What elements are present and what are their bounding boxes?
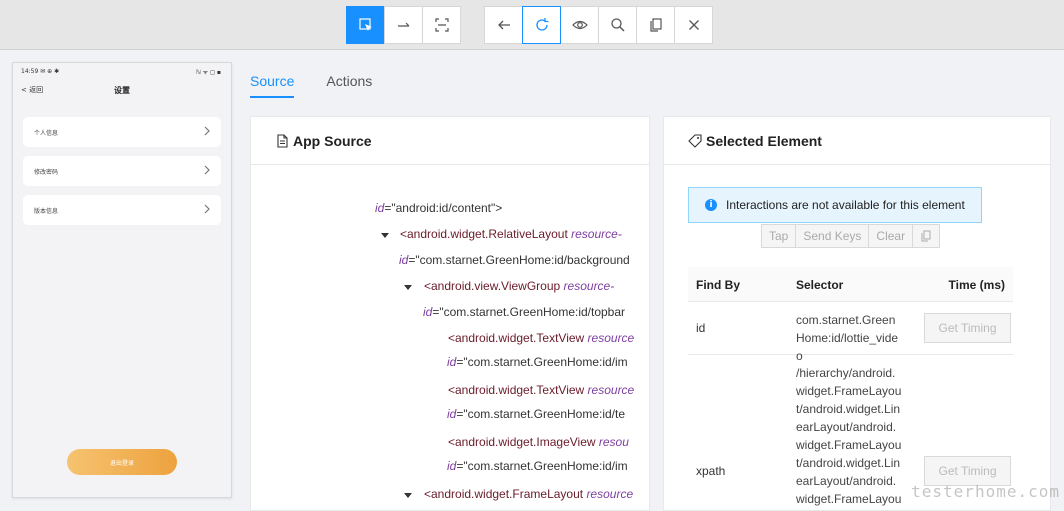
tab-source[interactable]: Source: [250, 62, 295, 98]
source-node-content[interactable]: id="android:id/content">: [375, 201, 502, 215]
source-node-viewgroup[interactable]: <android.view.ViewGroup resource-: [424, 279, 649, 293]
source-node-imageview[interactable]: <android.widget.ImageView resou: [448, 435, 649, 449]
swipe-button[interactable]: [384, 6, 423, 44]
get-timing-button[interactable]: Get Timing: [924, 313, 1011, 343]
source-node-textview-2-id: id="com.starnet.GreenHome:id/te: [447, 407, 626, 421]
source-clipped-row: ᐧᐧᐧ: [357, 165, 366, 169]
source-node-textview-1-id: id="com.starnet.GreenHome:id/im: [447, 355, 628, 369]
source-node-textview-2[interactable]: <android.widget.TextView resource: [448, 383, 649, 397]
caret-down-icon[interactable]: [404, 285, 412, 290]
top-toolbar: [0, 0, 1064, 50]
source-node-framelayout[interactable]: <android.widget.FrameLayout resource: [424, 487, 649, 501]
send-keys-button[interactable]: Send Keys: [795, 224, 870, 248]
inspector-tabs: Source Actions: [250, 62, 404, 98]
select-element-icon: [358, 18, 372, 31]
copy-icon: [921, 230, 931, 242]
phone-item-label: 个人信息: [34, 129, 59, 137]
back-button[interactable]: [484, 6, 523, 44]
table-row: id com.starnet.GreenHome:id/lottie_video…: [688, 302, 1013, 363]
selected-element-header: Selected Element: [664, 117, 1050, 165]
header-selector: Selector: [796, 278, 844, 292]
phone-item-label: 版本信息: [34, 207, 59, 215]
phone-item-version-info[interactable]: 版本信息: [23, 195, 221, 225]
chevron-right-icon: [204, 165, 210, 175]
source-node-textview-1[interactable]: <android.widget.TextView resource: [448, 331, 649, 345]
selected-element-panel: Selected Element i Interactions are not …: [663, 116, 1051, 511]
copy-attributes-button[interactable]: [912, 224, 941, 248]
back-arrow-icon: [497, 20, 510, 30]
phone-logout-button[interactable]: 退出登录: [67, 449, 177, 475]
phone-page-title: 设置: [114, 86, 130, 95]
eye-icon: [571, 20, 588, 30]
tag-icon: [688, 133, 702, 148]
phone-status-right: ℕ ᯤ ◻ ▪: [195, 69, 221, 76]
source-tree[interactable]: ᐧᐧᐧ id="android:id/content"> <android.wi…: [251, 165, 649, 510]
header-find-by: Find By: [696, 278, 740, 292]
file-icon: [277, 133, 288, 148]
chevron-right-icon: [204, 126, 210, 136]
show-attributes-button[interactable]: [560, 6, 599, 44]
find-by-cell: id: [696, 321, 706, 335]
action-button-group: [484, 6, 713, 44]
select-element-button[interactable]: [346, 6, 385, 44]
quit-session-button[interactable]: [674, 6, 713, 44]
app-source-panel: App Source ᐧᐧᐧ id="android:id/content"> …: [250, 116, 650, 511]
source-node-relativelayout-id: id="com.starnet.GreenHome:id/background: [399, 253, 630, 267]
search-button[interactable]: [598, 6, 637, 44]
clear-button[interactable]: Clear: [868, 224, 914, 248]
tap-coordinates-button[interactable]: [422, 6, 461, 44]
header-time: Time (ms): [948, 278, 1005, 292]
caret-down-icon[interactable]: [381, 233, 389, 238]
copy-xml-button[interactable]: [636, 6, 675, 44]
app-source-header: App Source: [251, 117, 649, 165]
phone-item-label: 修改密码: [34, 168, 59, 176]
refresh-icon: [535, 18, 548, 31]
info-icon: i: [705, 199, 717, 211]
selector-table-header: Find By Selector Time (ms): [688, 267, 1013, 302]
copy-xml-icon: [649, 18, 662, 32]
selector-table: Find By Selector Time (ms) id com.starne…: [688, 267, 1013, 510]
caret-down-icon[interactable]: [404, 493, 412, 498]
refresh-button[interactable]: [522, 6, 561, 44]
source-node-relativelayout[interactable]: <android.widget.RelativeLayout resource-: [400, 227, 649, 241]
chevron-right-icon: [204, 204, 210, 214]
app-source-title: App Source: [293, 132, 372, 149]
find-by-cell: xpath: [696, 464, 726, 478]
watermark: testerhome.com: [911, 482, 1060, 501]
source-node-imageview-id: id="com.starnet.GreenHome:id/im: [447, 459, 628, 473]
mode-button-group: [346, 6, 461, 44]
device-screenshot[interactable]: 14:59 ✉ ⊕ ✱ ℕ ᯤ ◻ ▪ < 返回 设置 个人信息 修改密码 版本…: [12, 62, 232, 498]
tap-button[interactable]: Tap: [761, 224, 797, 248]
close-icon: [688, 20, 699, 30]
swipe-icon: [397, 22, 409, 27]
source-node-viewgroup-id: id="com.starnet.GreenHome:id/topbar: [423, 305, 626, 319]
tap-coordinates-icon: [434, 18, 449, 32]
selector-cell[interactable]: /hierarchy/android.widget.FrameLayout/an…: [796, 364, 904, 508]
phone-item-change-password[interactable]: 修改密码: [23, 156, 221, 186]
selected-element-title: Selected Element: [706, 132, 822, 149]
search-icon: [610, 18, 625, 32]
element-action-buttons: Tap Send Keys Clear: [761, 224, 941, 248]
info-alert: i Interactions are not available for thi…: [688, 187, 982, 223]
info-alert-text: Interactions are not available for this …: [726, 198, 965, 212]
tab-actions[interactable]: Actions: [326, 62, 372, 98]
phone-status-left: 14:59 ✉ ⊕ ✱: [21, 68, 60, 75]
phone-item-personal-info[interactable]: 个人信息: [23, 117, 221, 147]
